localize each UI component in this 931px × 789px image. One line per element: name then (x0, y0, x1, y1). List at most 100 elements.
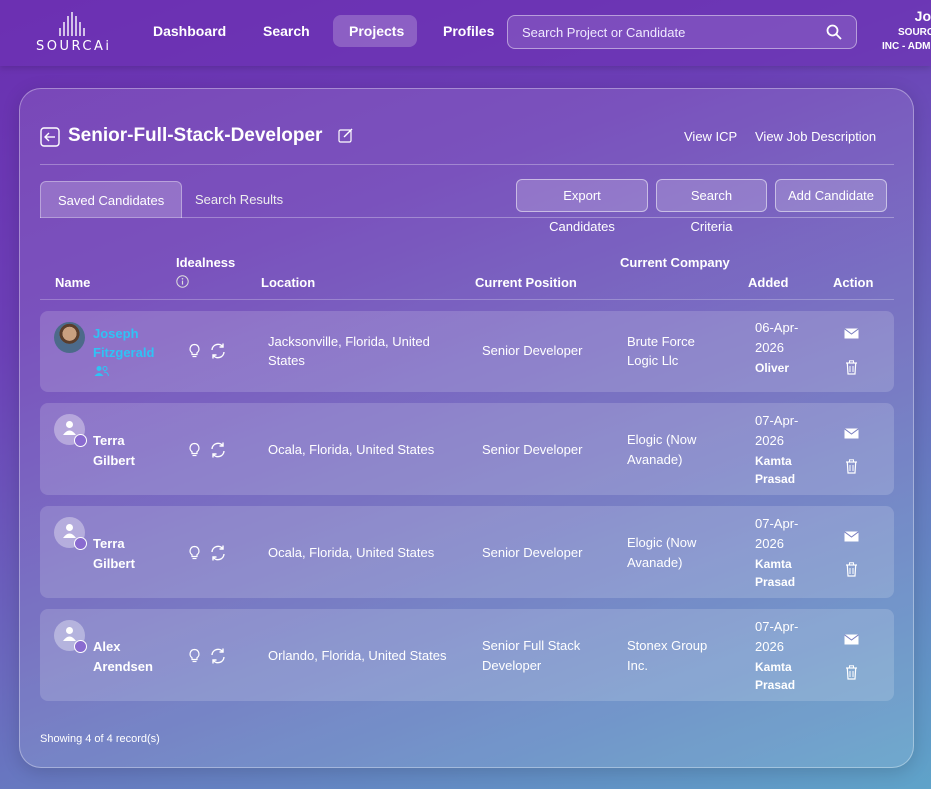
header-idealness[interactable]: Idealness (176, 255, 235, 270)
nav-dashboard[interactable]: Dashboard (137, 15, 242, 47)
view-icp-link[interactable]: View ICP (684, 129, 737, 144)
logo-text: SOURCAi (36, 39, 112, 54)
person-icon (63, 524, 76, 538)
refresh-icon[interactable] (209, 342, 227, 360)
page-title: Senior-Full-Stack-Developer (68, 125, 323, 146)
avatar (54, 517, 87, 550)
table-row[interactable]: Alex Arendsen Orlando, Florida, United S… (40, 609, 894, 701)
candidate-first-name[interactable]: Terra (93, 431, 125, 451)
mail-icon[interactable] (844, 531, 859, 542)
trash-icon[interactable] (845, 665, 858, 680)
location-line-1: Ocala, Florida, United States (268, 545, 435, 560)
added-by-line-2: Prasad (755, 678, 796, 692)
candidate-first-name[interactable]: Terra (93, 534, 125, 554)
bulb-icon[interactable] (187, 648, 202, 663)
person-icon (63, 421, 76, 435)
refresh-icon[interactable] (209, 441, 227, 459)
tab-saved-candidates[interactable]: Saved Candidates (40, 181, 183, 218)
candidate-last-name[interactable]: Fitzgerald (93, 343, 154, 363)
added-by-line-2: Prasad (755, 575, 796, 589)
company-line-1: Elogic (Now (627, 535, 697, 550)
user-name: Jo (914, 8, 931, 24)
bulb-icon[interactable] (187, 343, 202, 358)
user-org: SOURC (898, 27, 931, 38)
added-by-line-1: Kamta (755, 557, 792, 571)
location-line-1: Ocala, Florida, United States (268, 442, 435, 457)
sourcai-logo[interactable]: SOURCAi (36, 10, 109, 56)
sync-badge-icon (74, 537, 87, 550)
search-icon[interactable] (826, 24, 842, 40)
tab-search-results[interactable]: Search Results (178, 181, 300, 218)
mail-icon[interactable] (844, 428, 859, 439)
added-date-line-2: 2026 (755, 536, 784, 551)
added-by-line-1: Kamta (755, 660, 792, 674)
company-line-2: Inc. (627, 658, 648, 673)
company-line-2: Logic Llc (627, 353, 679, 368)
added-by: Oliver (755, 361, 790, 375)
company-line-1: Brute Force (627, 334, 695, 349)
export-candidates-button[interactable]: Export Candidates (516, 179, 648, 234)
nav-profiles[interactable]: Profiles (427, 15, 510, 47)
candidate-last-name[interactable]: Arendsen (93, 657, 153, 677)
top-navigation-bar: SOURCAi Dashboard Search Projects Profil… (0, 0, 931, 66)
candidate-last-name[interactable]: Gilbert (93, 554, 135, 574)
sync-badge-icon (74, 434, 87, 447)
company-line-2: Avanade) (627, 555, 683, 570)
table-row[interactable]: Terra Gilbert Ocala, Florida, United Sta… (40, 506, 894, 598)
project-panel: Senior-Full-Stack-Developer View ICP Vie… (19, 88, 914, 768)
table-row[interactable]: Joseph Fitzgerald Jacksonville, Florida,… (40, 311, 894, 392)
trash-icon[interactable] (845, 459, 858, 474)
logo-mark-icon (59, 12, 85, 36)
header-added[interactable]: Added (748, 275, 788, 290)
location-line-2: States (268, 353, 305, 368)
avatar (54, 414, 87, 447)
bulb-icon[interactable] (187, 545, 202, 560)
back-arrow-icon[interactable] (40, 127, 60, 147)
added-date-line-2: 2026 (755, 433, 784, 448)
position-line-1: Senior Full Stack (482, 638, 581, 653)
user-role: INC - ADM (882, 41, 931, 52)
edit-icon[interactable] (338, 128, 353, 143)
search-input[interactable] (522, 16, 822, 48)
candidate-first-name[interactable]: Alex (93, 637, 120, 657)
view-job-description-link[interactable]: View Job Description (755, 129, 876, 144)
header-action: Action (833, 275, 874, 290)
records-count: Showing 4 of 4 record(s) (40, 733, 160, 745)
trash-icon[interactable] (845, 360, 858, 375)
info-icon[interactable] (176, 275, 189, 288)
candidate-first-name[interactable]: Joseph (93, 324, 139, 344)
table-header-divider (40, 299, 894, 300)
group-icon (94, 366, 109, 377)
refresh-icon[interactable] (209, 647, 227, 665)
header-current-company[interactable]: Current Company (620, 255, 730, 270)
mail-icon[interactable] (844, 328, 859, 339)
added-date-line-1: 07-Apr- (755, 413, 799, 428)
nav-search[interactable]: Search (247, 15, 326, 47)
trash-icon[interactable] (845, 562, 858, 577)
candidate-last-name[interactable]: Gilbert (93, 451, 135, 471)
header-current-position[interactable]: Current Position (475, 275, 577, 290)
header-location[interactable]: Location (261, 275, 315, 290)
nav-projects[interactable]: Projects (333, 15, 417, 47)
added-by-line-1: Kamta (755, 454, 792, 468)
added-date-line-1: 07-Apr- (755, 619, 799, 634)
table-row[interactable]: Terra Gilbert Ocala, Florida, United Sta… (40, 403, 894, 495)
added-date-line-2: 2026 (755, 340, 784, 355)
search-criteria-button[interactable]: Search Criteria (656, 179, 767, 234)
header-divider (40, 164, 894, 165)
bulb-icon[interactable] (187, 442, 202, 457)
added-date-line-1: 06-Apr- (755, 320, 799, 335)
position-line-1: Senior Developer (482, 545, 583, 560)
header-name[interactable]: Name (55, 275, 90, 290)
mail-icon[interactable] (844, 634, 859, 645)
person-icon (63, 627, 76, 641)
location-line-1: Orlando, Florida, United States (268, 648, 447, 663)
refresh-icon[interactable] (209, 544, 227, 562)
sync-badge-icon (74, 640, 87, 653)
added-by-line-2: Prasad (755, 472, 796, 486)
added-date-line-1: 07-Apr- (755, 516, 799, 531)
tabs-divider (40, 217, 894, 218)
add-candidate-button[interactable]: Add Candidate (775, 179, 887, 212)
company-line-1: Stonex Group (627, 638, 708, 653)
avatar (54, 620, 87, 653)
